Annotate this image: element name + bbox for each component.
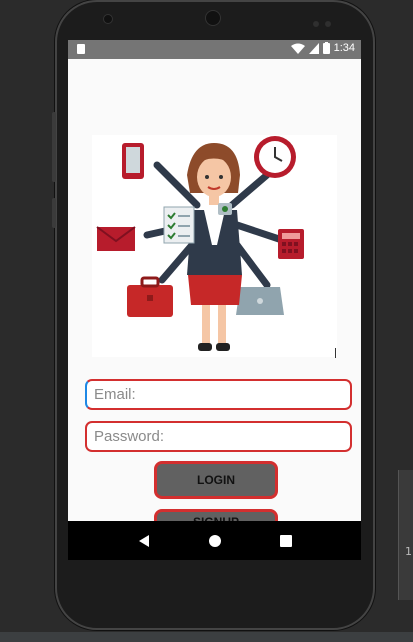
signal-icon (308, 42, 319, 54)
power-button[interactable] (52, 198, 56, 228)
ide-side-text: 1 (405, 545, 412, 558)
ide-bottom-bar (0, 632, 413, 642)
navigation-bar (68, 521, 361, 560)
phone-frame: 1:34 Email: LOGIN (52, 0, 375, 630)
email-field[interactable] (85, 379, 352, 410)
recents-button[interactable] (274, 529, 298, 553)
home-button[interactable] (203, 529, 227, 553)
login-button[interactable]: LOGIN (154, 461, 278, 499)
wifi-icon (290, 43, 305, 54)
battery-icon (322, 42, 330, 54)
front-camera (103, 14, 113, 24)
earpiece-speaker (205, 10, 221, 26)
ide-side-panel: 1 (398, 470, 413, 600)
text-cursor-mark (335, 348, 336, 358)
home-icon (208, 534, 221, 547)
recents-icon (279, 534, 292, 547)
status-bar: 1:34 (68, 40, 361, 59)
businesswoman-illustration (92, 135, 337, 357)
proximity-sensors (313, 14, 339, 27)
status-icons: 1:34 (290, 42, 355, 54)
back-button[interactable] (132, 529, 156, 553)
back-icon (138, 534, 149, 547)
password-field[interactable] (85, 421, 352, 452)
app-screen: 1:34 Email: LOGIN (68, 40, 361, 560)
volume-button[interactable] (52, 112, 56, 182)
status-time: 1:34 (333, 42, 355, 54)
sim-icon (77, 44, 85, 54)
